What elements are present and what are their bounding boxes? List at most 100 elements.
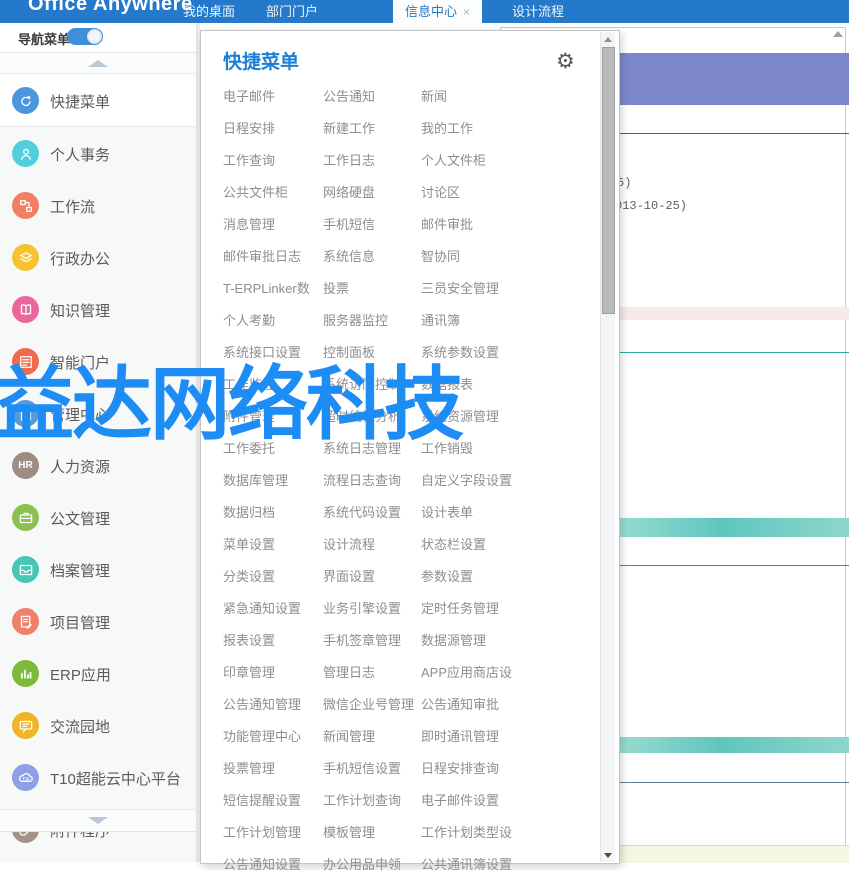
quick-menu-item[interactable]: 数据库管理 — [223, 470, 320, 486]
quick-menu-item[interactable]: 网络硬盘 — [323, 182, 419, 198]
sidebar-collapse-top[interactable] — [0, 52, 196, 75]
tab-close-icon[interactable]: × — [463, 5, 470, 19]
quick-menu-item[interactable]: 新闻 — [421, 86, 523, 102]
sidebar-item-admin-office[interactable]: 行政办公 — [0, 231, 196, 283]
quick-menu-item[interactable]: 公告通知审批 — [421, 694, 523, 710]
quick-menu-item[interactable]: 电子邮件设置 — [421, 790, 523, 806]
quick-menu-item[interactable]: 印章管理 — [223, 662, 320, 678]
sidebar-item-smart-portal[interactable]: 智能门户 — [0, 335, 196, 387]
quick-menu-item[interactable]: 智协同 — [421, 246, 523, 262]
quick-menu-item[interactable]: 状态栏设置 — [421, 534, 523, 550]
quick-menu-item[interactable]: 手机短信 — [323, 214, 419, 230]
quick-menu-item[interactable]: 工作销毁 — [421, 438, 523, 454]
quick-menu-item[interactable]: 我的工作 — [421, 118, 523, 134]
quick-menu-item[interactable]: 报表设置 — [223, 630, 320, 646]
quick-menu-item[interactable]: 公共文件柜 — [223, 182, 320, 198]
sidebar-item-document-mgmt[interactable]: 公文管理 — [0, 491, 196, 543]
quick-menu-item[interactable]: 模板管理 — [323, 822, 419, 838]
quick-menu-item[interactable]: 设计流程 — [323, 534, 419, 550]
quick-menu-item[interactable]: 投票管理 — [223, 758, 320, 774]
quick-menu-item[interactable]: 短信提醒设置 — [223, 790, 320, 806]
quick-menu-item[interactable]: 公告通知设置 — [223, 854, 320, 870]
quick-menu-item[interactable]: 数据归档 — [223, 502, 320, 518]
quick-menu-item[interactable]: 业务引擎设置 — [323, 598, 419, 614]
tab-my-desktop[interactable]: 我的桌面 — [170, 0, 248, 23]
quick-menu-item[interactable]: 系统接口设置 — [223, 342, 320, 358]
quick-menu-item[interactable]: 定时任务管理 — [421, 598, 523, 614]
quick-menu-item[interactable]: 工作计划查询 — [323, 790, 419, 806]
quick-menu-item[interactable]: 菜单设置 — [223, 534, 320, 550]
sidebar-item-erp[interactable]: ERP应用 — [0, 647, 196, 699]
quick-menu-item[interactable]: 自定义字段设置 — [421, 470, 523, 486]
quick-menu-item[interactable]: 邮件审批日志 — [223, 246, 320, 262]
sidebar-item-knowledge-mgmt[interactable]: 知识管理 — [0, 283, 196, 335]
quick-menu-item[interactable]: 微信企业号管理 — [323, 694, 419, 710]
quick-menu-item[interactable]: 工作委托 — [223, 438, 320, 454]
quick-menu-item[interactable]: 消息管理 — [223, 214, 320, 230]
quick-menu-item[interactable]: 系统信息 — [323, 246, 419, 262]
quick-menu-item[interactable]: 工作计划类型设 — [421, 822, 523, 838]
quick-menu-item[interactable]: 数据源管理 — [421, 630, 523, 646]
tab-dept-portal[interactable]: 部门门户 — [253, 0, 331, 23]
quick-menu-item[interactable]: T-ERPLinker数 — [223, 278, 320, 294]
sidebar-item-mgmt-center[interactable]: 管理中心 — [0, 387, 196, 439]
scrollbar-up-icon[interactable] — [604, 37, 612, 42]
quick-menu-item[interactable]: 功能管理中心 — [223, 726, 320, 742]
quick-menu-item[interactable]: 界面设置 — [323, 566, 419, 582]
quick-menu-item[interactable]: 邮件审批 — [421, 214, 523, 230]
quick-menu-item[interactable]: 办公用品申领 — [323, 854, 419, 870]
quick-menu-item[interactable]: 个人考勤 — [223, 310, 320, 326]
sidebar-item-archive-mgmt[interactable]: 档案管理 — [0, 543, 196, 595]
quick-menu-item[interactable]: 工作查询 — [223, 150, 320, 166]
quick-menu-item[interactable]: 系统代码设置 — [323, 502, 419, 518]
quick-menu-item[interactable]: 手机短信设置 — [323, 758, 419, 774]
quick-menu-item[interactable]: 三员安全管理 — [421, 278, 523, 294]
quick-menu-item[interactable]: 公告通知 — [323, 86, 419, 102]
quick-menu-item[interactable]: 分类设置 — [223, 566, 320, 582]
scroll-up-icon[interactable] — [833, 31, 843, 37]
quick-menu-item[interactable]: 流程日志查询 — [323, 470, 419, 486]
quick-menu-item[interactable]: 公告通知管理 — [223, 694, 320, 710]
quick-menu-item[interactable]: 投票 — [323, 278, 419, 294]
quick-menu-item[interactable]: 附件管理 — [223, 406, 320, 422]
quick-menu-item[interactable]: 控制面板 — [323, 342, 419, 358]
quick-menu-item[interactable]: 设计表单 — [421, 502, 523, 518]
popup-scrollbar[interactable] — [600, 32, 615, 862]
quick-menu-item[interactable]: 日程安排查询 — [421, 758, 523, 774]
sidebar-item-personal-affairs[interactable]: 个人事务 — [0, 127, 196, 179]
quick-menu-item[interactable]: 个人文件柜 — [421, 150, 523, 166]
sidebar-item-project-mgmt[interactable]: 项目管理 — [0, 595, 196, 647]
quick-menu-item[interactable]: 工作监控 — [223, 374, 320, 390]
sidebar-item-forum[interactable]: 交流园地 — [0, 699, 196, 751]
quick-menu-item[interactable]: 超时统计分析 — [323, 406, 419, 422]
quick-menu-item[interactable]: 参数设置 — [421, 566, 523, 582]
scrollbar-down-icon[interactable] — [604, 853, 612, 858]
quick-menu-item[interactable]: 系统资源管理 — [421, 406, 523, 422]
quick-menu-item[interactable]: 公共通讯簿设置 — [421, 854, 523, 870]
tab-design-flow[interactable]: 设计流程 — [482, 0, 594, 23]
quick-menu-item[interactable]: 新闻管理 — [323, 726, 419, 742]
gear-icon[interactable]: ⚙ — [556, 49, 575, 73]
scrollbar-thumb[interactable] — [602, 47, 615, 314]
quick-menu-item[interactable]: 系统参数设置 — [421, 342, 523, 358]
quick-menu-item[interactable]: 管理日志 — [323, 662, 419, 678]
quick-menu-item[interactable]: 通讯簿 — [421, 310, 523, 326]
quick-menu-item[interactable]: 系统访问控制 — [323, 374, 419, 390]
quick-menu-item[interactable]: 新建工作 — [323, 118, 419, 134]
quick-menu-item[interactable]: 服务器监控 — [323, 310, 419, 326]
sidebar-collapse-bottom[interactable] — [0, 809, 196, 832]
quick-menu-item[interactable]: 数据报表 — [421, 374, 523, 390]
quick-menu-item[interactable]: 紧急通知设置 — [223, 598, 320, 614]
quick-menu-item[interactable]: APP应用商店设 — [421, 662, 523, 678]
sidebar-item-workflow[interactable]: 工作流 — [0, 179, 196, 231]
sidebar-item-hr[interactable]: HR人力资源 — [0, 439, 196, 491]
sidebar-item-t10-cloud[interactable]: T10T10超能云中心平台 — [0, 751, 196, 803]
quick-menu-item[interactable]: 手机签章管理 — [323, 630, 419, 646]
quick-menu-item[interactable]: 电子邮件 — [223, 86, 320, 102]
nav-menu-toggle[interactable] — [67, 28, 103, 45]
tab-info-center[interactable]: 信息中心× — [393, 0, 482, 23]
quick-menu-item[interactable]: 日程安排 — [223, 118, 320, 134]
quick-menu-item[interactable]: 系统日志管理 — [323, 438, 419, 454]
quick-menu-item[interactable]: 即时通讯管理 — [421, 726, 523, 742]
sidebar-item-quick-menu[interactable]: 快捷菜单 — [0, 73, 196, 127]
